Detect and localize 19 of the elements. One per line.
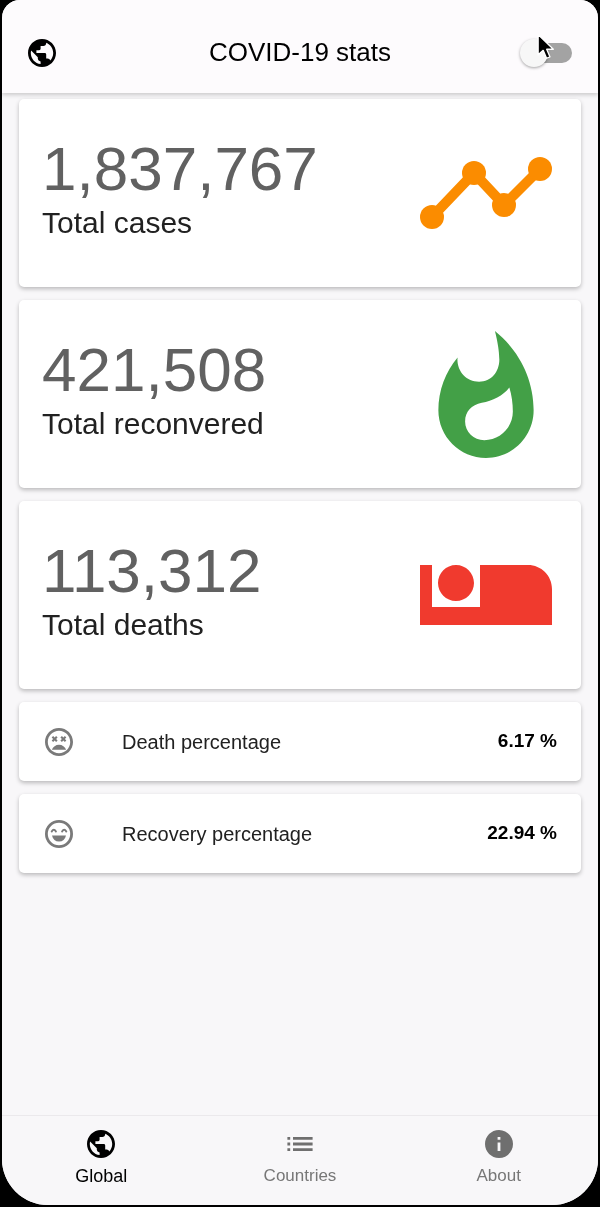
stat-label: Total cases xyxy=(42,205,194,241)
percentage-value: 6.17 % xyxy=(497,729,557,754)
globe-icon xyxy=(87,1130,116,1158)
smiling-face-icon xyxy=(45,819,73,848)
globe-icon xyxy=(28,38,56,67)
percentage-label: Death percentage xyxy=(122,729,281,755)
stat-value: 113,312 xyxy=(42,539,262,603)
info-icon xyxy=(484,1130,513,1158)
sad-face-icon xyxy=(45,727,73,756)
stat-value: 1,837,767 xyxy=(42,137,318,201)
nav-tab[interactable]: Global xyxy=(2,1116,201,1201)
nav-tab[interactable]: Countries xyxy=(200,1116,400,1201)
percentage-label: Recovery percentage xyxy=(122,821,313,847)
stat-label: Total reconvered xyxy=(42,406,265,442)
stat-label: Total deaths xyxy=(42,607,205,643)
app-title: COVID-19 stats xyxy=(208,36,392,69)
stat-value: 421,508 xyxy=(42,338,267,402)
nav-tab[interactable]: About xyxy=(399,1116,598,1201)
percentage-value: 22.94 % xyxy=(487,821,557,846)
